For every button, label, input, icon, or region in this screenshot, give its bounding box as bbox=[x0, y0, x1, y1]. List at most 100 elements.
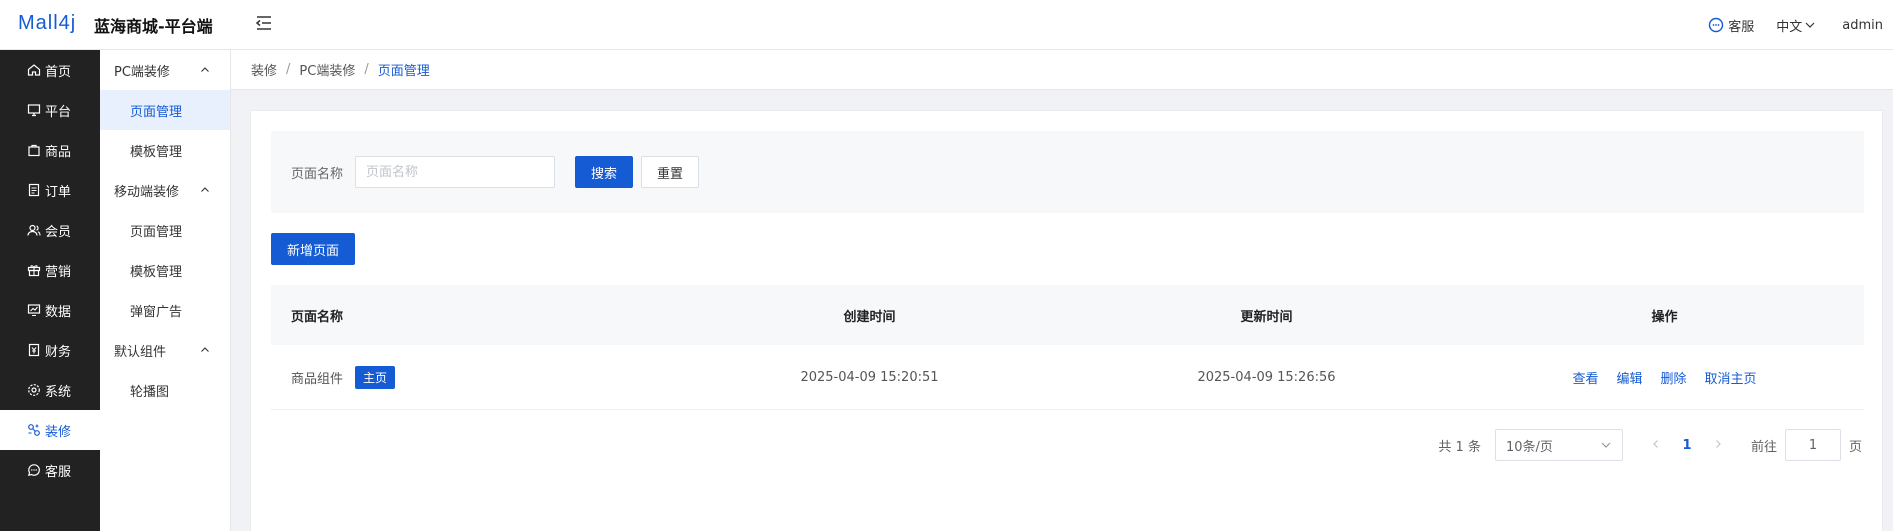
gear-icon bbox=[28, 384, 40, 396]
chevron-up-icon bbox=[201, 187, 209, 192]
submenu-group-title: 移动端装修 bbox=[114, 184, 180, 200]
page-name-input[interactable] bbox=[355, 156, 556, 188]
table-header: 页面名称 创建时间 更新时间 操作 bbox=[271, 285, 1864, 345]
sidebar-item-data[interactable]: 数据 bbox=[0, 290, 100, 330]
breadcrumb-current: 页面管理 bbox=[377, 64, 430, 79]
goto-page-input[interactable] bbox=[1784, 429, 1841, 461]
username: admin bbox=[1842, 17, 1883, 33]
chat-bubble-icon bbox=[1709, 17, 1724, 33]
chart-icon bbox=[27, 304, 41, 317]
submenu-group-mobile[interactable]: 移动端装修 bbox=[100, 170, 230, 210]
updated-time-cell: 2025-04-09 15:26:56 bbox=[1197, 369, 1336, 385]
sidebar-item-members[interactable]: 会员 bbox=[0, 210, 100, 250]
submenu-item-pc-page-management[interactable]: 页面管理 bbox=[100, 90, 230, 130]
sidebar-item-orders[interactable]: 订单 bbox=[0, 170, 100, 210]
content-card: 页面名称 搜索 重置 新增页面 页面名称 创建时间 更新时间 操作 商品组件 主… bbox=[250, 110, 1883, 531]
goto-label: 前往 bbox=[1750, 439, 1777, 455]
unset-homepage-link[interactable]: 取消主页 bbox=[1705, 368, 1757, 387]
column-header-created: 创建时间 bbox=[843, 309, 896, 325]
submenu-group-title: PC端装修 bbox=[114, 64, 170, 80]
logo[interactable]: Mall4j bbox=[18, 12, 76, 35]
reset-button[interactable]: 重置 bbox=[641, 156, 700, 188]
chevron-down-icon bbox=[1601, 442, 1611, 448]
breadcrumb-item[interactable]: PC端装修 bbox=[299, 60, 355, 79]
sidebar-item-label: 订单 bbox=[45, 184, 72, 200]
sidebar-item-goods[interactable]: 商品 bbox=[0, 130, 100, 170]
sidebar-item-label: 会员 bbox=[45, 224, 72, 240]
submenu-group-default-components[interactable]: 默认组件 bbox=[100, 330, 230, 370]
chat-icon bbox=[27, 464, 40, 477]
sidebar-item-home[interactable]: 首页 bbox=[0, 50, 100, 90]
document-icon bbox=[28, 183, 40, 197]
page-unit-label: 页 bbox=[1848, 439, 1862, 455]
sidebar-item-label: 财务 bbox=[45, 344, 72, 360]
chevron-up-icon bbox=[201, 67, 209, 72]
submenu-item-carousel[interactable]: 轮播图 bbox=[100, 370, 230, 410]
column-header-actions: 操作 bbox=[1651, 309, 1678, 325]
actions-cell: 查看 编辑 删除 取消主页 bbox=[1465, 368, 1864, 387]
page-name-label: 页面名称 bbox=[291, 166, 344, 182]
sidebar-item-service[interactable]: 客服 bbox=[0, 450, 100, 490]
sidebar-item-label: 数据 bbox=[45, 304, 72, 320]
page-name-cell: 商品组件 主页 bbox=[271, 365, 671, 389]
sidebar-item-label: 营销 bbox=[45, 264, 72, 280]
search-form: 页面名称 搜索 重置 bbox=[271, 131, 1864, 213]
table-row: 商品组件 主页 2025-04-09 15:20:51 2025-04-09 1… bbox=[271, 345, 1864, 410]
chevron-down-icon bbox=[1805, 22, 1815, 28]
ledger-icon bbox=[28, 343, 40, 357]
sub-menu: PC端装修 页面管理 模板管理 移动端装修 页面管理 模板管理 弹窗广告 默认组… bbox=[100, 50, 231, 531]
chevron-left-icon bbox=[1653, 440, 1658, 448]
bag-icon bbox=[28, 144, 40, 157]
submenu-item-mobile-page-management[interactable]: 页面管理 bbox=[100, 210, 230, 250]
chevron-up-icon bbox=[201, 347, 209, 352]
language-select[interactable]: 中文 bbox=[1776, 16, 1820, 35]
user-menu[interactable]: admin bbox=[1842, 18, 1883, 33]
sidebar-item-label: 装修 bbox=[45, 424, 72, 440]
sidebar-item-label: 客服 bbox=[45, 464, 72, 480]
total-count: 共 1 条 bbox=[1438, 439, 1481, 455]
monitor-icon bbox=[27, 104, 41, 117]
app-title: 蓝海商城-平台端 bbox=[94, 17, 213, 36]
customer-service-link[interactable]: 客服 bbox=[1708, 16, 1754, 35]
sidebar-item-marketing[interactable]: 营销 bbox=[0, 250, 100, 290]
edit-link[interactable]: 编辑 bbox=[1616, 368, 1642, 387]
next-page-button[interactable] bbox=[1703, 437, 1733, 453]
search-button[interactable]: 搜索 bbox=[575, 156, 634, 188]
breadcrumb-separator: / bbox=[286, 62, 291, 77]
homepage-badge: 主页 bbox=[355, 365, 396, 389]
prev-page-button[interactable] bbox=[1641, 437, 1671, 453]
home-icon bbox=[27, 64, 41, 76]
created-time-cell: 2025-04-09 15:20:51 bbox=[800, 369, 939, 385]
language-label: 中文 bbox=[1776, 19, 1803, 35]
sidebar-item-label: 商品 bbox=[45, 144, 72, 160]
sidebar-item-platform[interactable]: 平台 bbox=[0, 90, 100, 130]
page-name: 商品组件 bbox=[291, 371, 344, 387]
page-size-select[interactable]: 10条/页 bbox=[1494, 429, 1623, 461]
main-sidebar: 首页 平台 商品 订单 会员 营销 数据 财务 系统 装修 客服 bbox=[0, 50, 100, 531]
submenu-item-popup-ads[interactable]: 弹窗广告 bbox=[100, 290, 230, 330]
sidebar-item-label: 系统 bbox=[45, 384, 72, 400]
page-number[interactable]: 1 bbox=[1671, 438, 1703, 453]
menu-fold-icon[interactable] bbox=[255, 14, 275, 34]
page-size-value: 10条/页 bbox=[1505, 439, 1553, 455]
submenu-group-title: 默认组件 bbox=[114, 344, 167, 360]
sidebar-item-decorate[interactable]: 装修 bbox=[0, 410, 100, 450]
decorate-icon bbox=[28, 424, 40, 436]
submenu-group-pc[interactable]: PC端装修 bbox=[100, 50, 230, 90]
sidebar-item-label: 首页 bbox=[45, 64, 72, 80]
chevron-right-icon bbox=[1716, 440, 1721, 448]
delete-link[interactable]: 删除 bbox=[1661, 368, 1687, 387]
sidebar-item-label: 平台 bbox=[45, 104, 72, 120]
breadcrumb-separator: / bbox=[364, 62, 369, 77]
breadcrumb-item[interactable]: 装修 bbox=[251, 60, 277, 79]
sidebar-item-finance[interactable]: 财务 bbox=[0, 330, 100, 370]
column-header-name: 页面名称 bbox=[291, 309, 344, 325]
add-page-button[interactable]: 新增页面 bbox=[271, 233, 356, 265]
users-icon bbox=[27, 224, 41, 236]
submenu-item-pc-template-management[interactable]: 模板管理 bbox=[100, 130, 230, 170]
breadcrumb: 装修 / PC端装修 / 页面管理 bbox=[231, 50, 1893, 90]
top-header: Mall4j 蓝海商城-平台端 客服 中文 admin bbox=[0, 0, 1893, 50]
view-link[interactable]: 查看 bbox=[1572, 368, 1598, 387]
sidebar-item-system[interactable]: 系统 bbox=[0, 370, 100, 410]
submenu-item-mobile-template-management[interactable]: 模板管理 bbox=[100, 250, 230, 290]
